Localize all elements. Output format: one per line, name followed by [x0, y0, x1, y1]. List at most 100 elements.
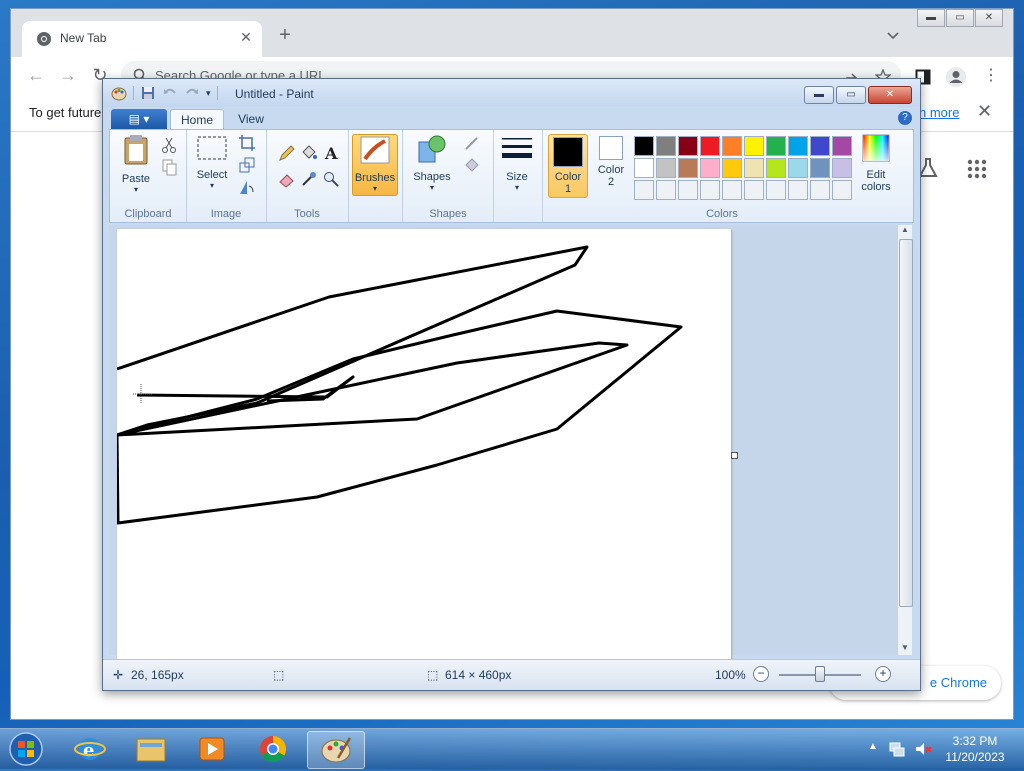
zoom-out-button[interactable]: − — [753, 666, 769, 682]
scroll-up-arrow-icon[interactable]: ▲ — [898, 225, 912, 237]
palette-swatch[interactable] — [656, 158, 676, 178]
copy-icon[interactable] — [160, 158, 178, 176]
volume-muted-icon[interactable] — [914, 740, 932, 758]
palette-swatch[interactable] — [656, 180, 676, 200]
forward-arrow-icon[interactable]: → — [56, 63, 80, 87]
pencil-icon[interactable] — [278, 144, 296, 162]
edit-colors-button[interactable]: Edit colors — [856, 134, 896, 193]
shapes-button[interactable]: Shapes ▾ — [409, 134, 455, 192]
paint-window-title: Untitled - Paint — [235, 87, 314, 101]
zoom-in-button[interactable]: + — [875, 666, 891, 682]
paste-button[interactable]: Paste ▾ — [116, 134, 156, 194]
taskbar-clock[interactable]: 3:32 PM 11/20/2023 — [940, 733, 1010, 765]
palette-swatch[interactable] — [810, 136, 830, 156]
taskbar-paint[interactable] — [307, 731, 365, 769]
zoom-slider-thumb[interactable] — [815, 666, 825, 682]
tab-view[interactable]: View — [229, 109, 273, 129]
chrome-tab-new-tab[interactable]: New Tab ✕ — [22, 21, 262, 57]
paint-file-menu-button[interactable]: ▤ ▾ — [111, 109, 167, 129]
palette-swatch[interactable] — [788, 136, 808, 156]
palette-swatch[interactable] — [832, 158, 852, 178]
fill-icon[interactable] — [463, 156, 481, 174]
google-apps-icon[interactable] — [966, 158, 988, 180]
brushes-button[interactable]: Brushes ▾ — [352, 134, 398, 196]
line-size-icon — [502, 138, 532, 158]
canvas-resize-handle[interactable] — [731, 452, 738, 459]
taskbar-internet-explorer[interactable]: e — [62, 731, 118, 767]
start-button-windows-orb-icon[interactable] — [4, 730, 48, 768]
palette-swatch[interactable] — [744, 180, 764, 200]
palette-swatch[interactable] — [722, 136, 742, 156]
back-arrow-icon[interactable]: ← — [24, 63, 48, 87]
palette-swatch[interactable] — [832, 136, 852, 156]
undo-icon[interactable] — [162, 85, 178, 101]
scroll-thumb[interactable] — [899, 239, 913, 607]
palette-swatch[interactable] — [766, 180, 786, 200]
text-tool-icon[interactable]: A — [322, 144, 340, 162]
taskbar-file-explorer[interactable] — [123, 731, 179, 767]
quick-access-toolbar: ▾ — [111, 85, 218, 101]
customize-qat-icon[interactable]: ▾ — [206, 88, 211, 99]
scroll-down-arrow-icon[interactable]: ▼ — [898, 643, 912, 655]
chrome-menu-icon[interactable]: ⋮ — [983, 65, 999, 85]
new-tab-button[interactable]: + — [274, 25, 296, 47]
clock-date: 11/20/2023 — [945, 750, 1005, 764]
resize-icon[interactable] — [238, 156, 256, 174]
palette-swatch[interactable] — [810, 180, 830, 200]
color2-swatch — [599, 136, 623, 160]
taskbar-media-player[interactable] — [184, 731, 240, 767]
select-button[interactable]: Select ▾ — [192, 134, 232, 190]
paint-close-button[interactable]: ✕ — [868, 86, 912, 104]
show-hidden-icons-chevron-icon[interactable]: ▲ — [868, 741, 878, 752]
drawing-canvas[interactable] — [117, 229, 731, 659]
palette-swatch[interactable] — [832, 180, 852, 200]
network-icon[interactable] — [888, 740, 906, 758]
color1-button[interactable]: Color 1 — [548, 134, 588, 198]
palette-swatch[interactable] — [766, 136, 786, 156]
tab-home[interactable]: Home — [170, 109, 224, 130]
palette-swatch[interactable] — [810, 158, 830, 178]
palette-swatch[interactable] — [678, 158, 698, 178]
eraser-icon[interactable] — [278, 170, 296, 188]
help-icon[interactable]: ? — [898, 111, 912, 125]
taskbar-chrome[interactable] — [245, 731, 301, 767]
palette-swatch[interactable] — [700, 180, 720, 200]
outline-icon[interactable] — [463, 134, 481, 152]
tab-close-icon[interactable]: ✕ — [238, 29, 254, 45]
color2-button[interactable]: Color 2 — [592, 134, 630, 196]
palette-swatch[interactable] — [766, 158, 786, 178]
palette-swatch[interactable] — [678, 136, 698, 156]
learn-more-link[interactable]: n more — [919, 105, 959, 120]
infobar-close-icon[interactable]: ✕ — [977, 101, 992, 122]
cut-scissors-icon[interactable] — [160, 136, 178, 154]
palette-swatch[interactable] — [634, 180, 654, 200]
tab-search-chevron-icon[interactable] — [885, 27, 901, 43]
palette-swatch[interactable] — [634, 136, 654, 156]
palette-swatch[interactable] — [700, 158, 720, 178]
palette-swatch[interactable] — [722, 180, 742, 200]
rotate-icon[interactable] — [238, 178, 256, 196]
color-picker-icon[interactable] — [300, 170, 318, 188]
close-button[interactable]: ✕ — [975, 9, 1003, 27]
minimize-button[interactable]: ▬ — [917, 9, 945, 27]
fill-bucket-icon[interactable] — [300, 144, 318, 162]
palette-swatch[interactable] — [788, 158, 808, 178]
palette-swatch[interactable] — [788, 180, 808, 200]
palette-swatch[interactable] — [722, 158, 742, 178]
vertical-scrollbar[interactable]: ▲ ▼ — [897, 225, 913, 655]
palette-swatch[interactable] — [700, 136, 720, 156]
palette-swatch[interactable] — [634, 158, 654, 178]
palette-swatch[interactable] — [678, 180, 698, 200]
paint-minimize-button[interactable]: ▬ — [804, 86, 834, 104]
profile-avatar-icon[interactable] — [945, 66, 967, 88]
redo-icon[interactable] — [184, 85, 200, 101]
paint-maximize-button[interactable]: ▭ — [836, 86, 866, 104]
size-button[interactable]: Size ▾ — [498, 134, 536, 192]
magnifier-icon[interactable] — [322, 170, 340, 188]
palette-swatch[interactable] — [656, 136, 676, 156]
crop-icon[interactable] — [238, 134, 256, 152]
palette-swatch[interactable] — [744, 136, 764, 156]
palette-swatch[interactable] — [744, 158, 764, 178]
maximize-button[interactable]: ▭ — [946, 9, 974, 27]
save-icon[interactable] — [140, 85, 156, 101]
